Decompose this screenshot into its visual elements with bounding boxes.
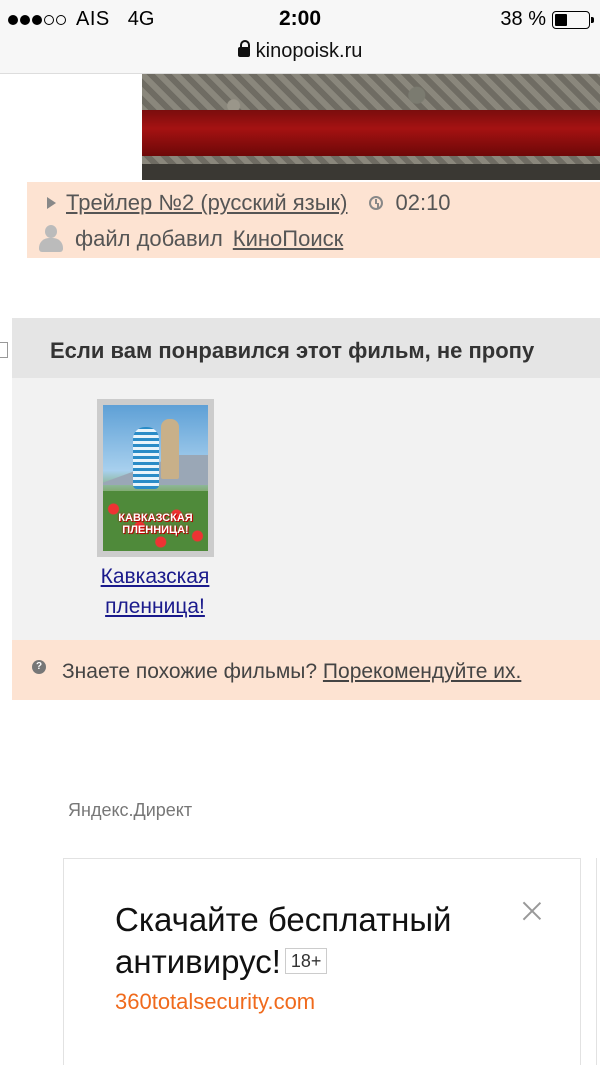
status-bar: AIS 4G 2:00 38 % <box>0 0 600 36</box>
ad-domain[interactable]: 360totalsecurity.com <box>115 989 315 1015</box>
thumbnail-dark-band <box>142 164 600 180</box>
address-bar[interactable]: kinopoisk.ru <box>0 36 600 74</box>
movie-title-line1: Кавказская <box>100 565 210 588</box>
battery-indicator: 38 % <box>500 8 594 31</box>
question-icon: ? <box>32 660 46 674</box>
ad-headline[interactable]: Скачайте бесплатный антивирус! 18+ <box>115 899 515 983</box>
next-ad-edge <box>596 858 600 1065</box>
ad-source-label: Яндекс.Директ <box>68 800 193 820</box>
recommend-question: Знаете похожие фильмы? <box>62 660 318 683</box>
movie-title-line2: пленница! <box>105 595 205 618</box>
poster-title: КАВКАЗСКАЯ ПЛЕННИЦА! <box>118 512 193 536</box>
trailer-link[interactable]: Трейлер №2 (русский язык) <box>66 190 347 216</box>
thumbnail-red-band <box>142 110 600 156</box>
added-by-row: файл добавил КиноПоиск <box>37 225 343 253</box>
movie-poster-image: КАВКАЗСКАЯ ПЛЕННИЦА! <box>103 405 208 551</box>
trailer-video-thumbnail[interactable] <box>142 74 600 180</box>
user-icon <box>37 225 65 253</box>
recommendations-header: Если вам понравился этот фильм, не пропу <box>0 318 600 378</box>
recommendations-list: КАВКАЗСКАЯ ПЛЕННИЦА! Кавказская пленница! <box>12 378 600 640</box>
ad-card[interactable]: Скачайте бесплатный антивирус! 18+ 360tot… <box>63 858 581 1065</box>
recommend-similar-bar: ? Знаете похожие фильмы? Порекомендуйте … <box>12 640 600 700</box>
address-domain: kinopoisk.ru <box>255 40 363 62</box>
trailer-info: Трейлер №2 (русский язык) 02:10 файл доб… <box>27 182 600 258</box>
recommend-similar-text: Знаете похожие фильмы? Порекомендуйте их… <box>62 660 521 684</box>
movie-poster[interactable]: КАВКАЗСКАЯ ПЛЕННИЦА! <box>97 399 214 557</box>
collapse-handle-icon[interactable] <box>0 342 8 358</box>
recommend-link[interactable]: Порекомендуйте их. <box>323 660 521 683</box>
added-by-user-link[interactable]: КиноПоиск <box>233 226 343 252</box>
age-badge: 18+ <box>284 948 328 974</box>
recommendations-heading: Если вам понравился этот фильм, не пропу <box>50 338 535 363</box>
battery-icon <box>552 10 594 29</box>
clock-icon <box>369 196 384 210</box>
lock-icon <box>237 40 250 57</box>
ad-headline-text: Скачайте бесплатный антивирус! <box>115 901 452 980</box>
battery-percent: 38 % <box>500 8 546 30</box>
added-by-label: файл добавил <box>75 226 223 251</box>
trailer-duration: 02:10 <box>395 190 451 215</box>
close-icon[interactable] <box>522 901 542 921</box>
movie-title-link[interactable]: Кавказская пленница! <box>78 562 232 622</box>
trailer-title-row: Трейлер №2 (русский язык) 02:10 <box>47 190 451 216</box>
play-icon <box>47 197 56 209</box>
